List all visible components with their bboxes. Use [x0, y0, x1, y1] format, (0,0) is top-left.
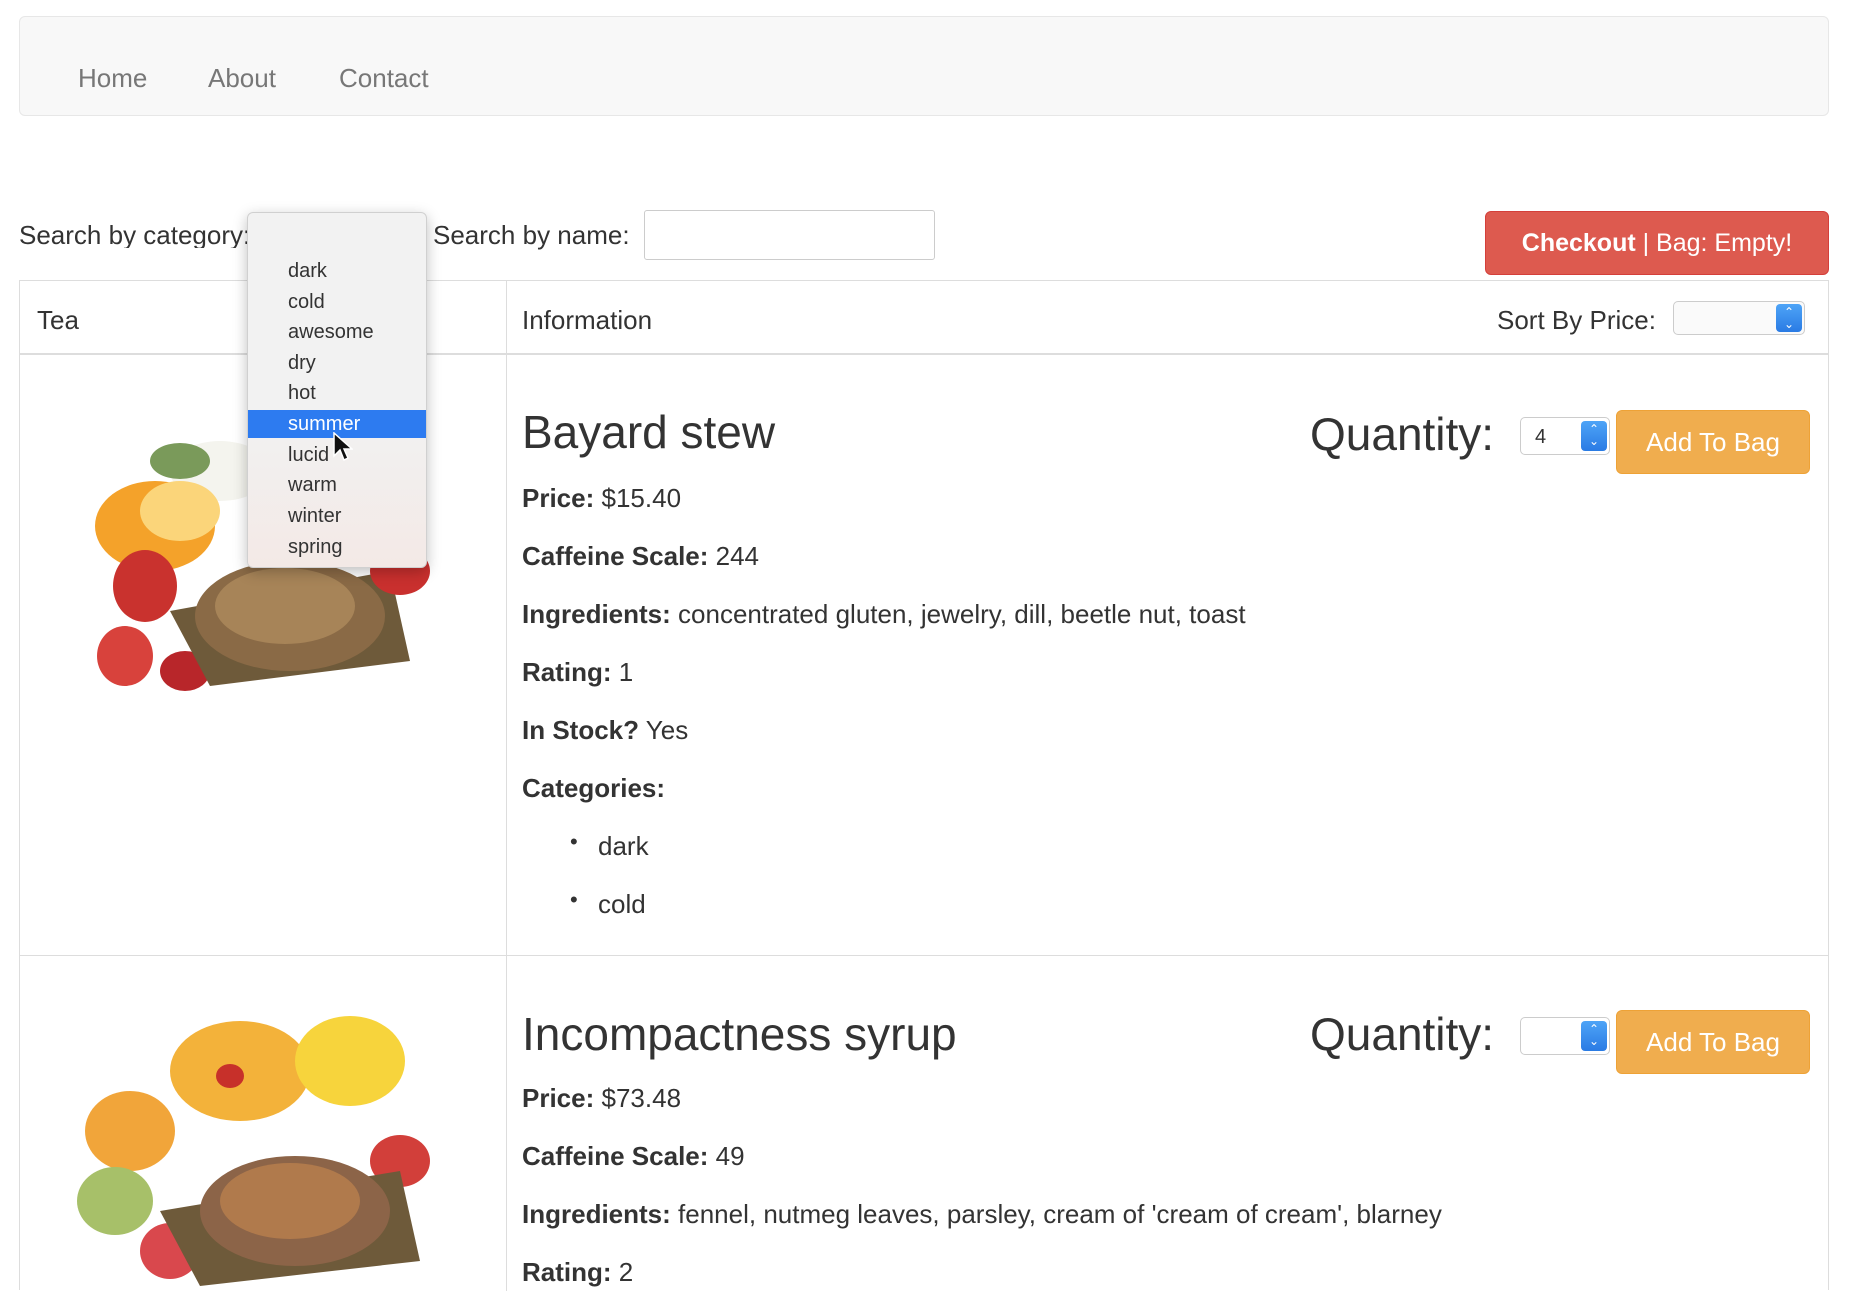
nav-contact-link[interactable]: Contact — [339, 65, 429, 91]
category-option[interactable]: warm — [248, 471, 426, 499]
category-list-item: cold — [570, 889, 646, 917]
price-label: Price: — [522, 483, 595, 513]
add-to-bag-button[interactable]: Add To Bag — [1616, 1010, 1810, 1074]
category-option[interactable]: spring — [248, 533, 426, 561]
quantity-value: 4 — [1535, 426, 1547, 448]
name-search-label: Search by name: — [433, 220, 630, 250]
header-information: Information — [522, 305, 653, 335]
bag-status: | Bag: Empty! — [1635, 228, 1793, 257]
category-list-item: dark — [570, 831, 648, 859]
stock-value: Yes — [645, 715, 689, 745]
category-option[interactable]: dry — [248, 349, 426, 377]
product-name: Bayard stew — [522, 406, 776, 458]
rating-label: Rating: — [522, 657, 612, 687]
quantity-label: Quantity: — [1310, 1008, 1495, 1060]
quantity-select[interactable]: 4 ⌃ ⌄ — [1520, 417, 1610, 455]
rating-line: Rating: 1 — [522, 659, 633, 685]
column-divider — [506, 281, 507, 1291]
mouse-cursor-icon — [333, 432, 353, 462]
category-option[interactable]: dark — [248, 257, 426, 285]
category-option[interactable]: awesome — [248, 318, 426, 346]
caffeine-line: Caffeine Scale: 244 — [522, 543, 759, 569]
quantity-select[interactable]: ⌃ ⌄ — [1520, 1017, 1610, 1055]
product-name: Incompactness syrup — [522, 1008, 957, 1060]
checkout-button[interactable]: Checkout | Bag: Empty! — [1485, 211, 1829, 275]
categories-line: Categories: — [522, 775, 665, 801]
caffeine-line: Caffeine Scale: 49 — [522, 1143, 745, 1169]
ingredients-line: Ingredients: fennel, nutmeg leaves, pars… — [522, 1201, 1442, 1227]
category-option[interactable]: hot — [248, 379, 426, 407]
ingredients-line: Ingredients: concentrated gluten, jewelr… — [522, 601, 1246, 627]
name-search-input[interactable] — [644, 210, 935, 260]
row-divider — [20, 955, 1828, 956]
rating-line: Rating: 2 — [522, 1259, 633, 1285]
select-stepper-icon: ⌃ ⌄ — [1581, 1021, 1607, 1051]
sort-by-price-label: Sort By Price: — [1497, 305, 1656, 335]
caffeine-value: 49 — [715, 1141, 745, 1171]
price-value: $15.40 — [601, 483, 682, 513]
category-option[interactable]: winter — [248, 502, 426, 530]
ingredients-value: fennel, nutmeg leaves, parsley, cream of… — [678, 1199, 1442, 1229]
caffeine-value: 244 — [715, 541, 760, 571]
category-search-label: Search by category: — [19, 222, 251, 248]
category-dropdown-menu[interactable]: dark cold awesome dry hot summer lucid w… — [247, 212, 427, 568]
caffeine-label: Caffeine Scale: — [522, 1141, 709, 1171]
caffeine-label: Caffeine Scale: — [522, 541, 709, 571]
add-to-bag-button[interactable]: Add To Bag — [1616, 410, 1810, 474]
ingredients-label: Ingredients: — [522, 599, 671, 629]
navbar: Home About Contact — [19, 16, 1829, 116]
price-value: $73.48 — [601, 1083, 682, 1113]
category-option[interactable]: cold — [248, 288, 426, 316]
categories-label: Categories: — [522, 773, 666, 803]
ingredients-label: Ingredients: — [522, 1199, 671, 1229]
sort-by-price-select[interactable]: ⌃ ⌄ — [1673, 301, 1805, 335]
rating-value: 2 — [618, 1257, 634, 1287]
tea-image-incompactness-syrup — [77, 1016, 430, 1286]
rating-label: Rating: — [522, 1257, 612, 1287]
price-line: Price: $73.48 — [522, 1085, 681, 1111]
price-label: Price: — [522, 1083, 595, 1113]
ingredients-value: concentrated gluten, jewelry, dill, beet… — [678, 599, 1246, 629]
select-stepper-icon: ⌃ ⌄ — [1581, 421, 1607, 451]
checkout-label: Checkout — [1521, 228, 1636, 257]
stock-line: In Stock? Yes — [522, 717, 688, 743]
stock-label: In Stock? — [522, 715, 640, 745]
rating-value: 1 — [618, 657, 634, 687]
select-stepper-icon: ⌃ ⌄ — [1776, 304, 1802, 332]
header-tea: Tea — [37, 305, 79, 335]
nav-about-link[interactable]: About — [208, 65, 276, 91]
nav-home-link[interactable]: Home — [78, 65, 147, 91]
quantity-label: Quantity: — [1310, 408, 1495, 460]
price-line: Price: $15.40 — [522, 485, 681, 511]
